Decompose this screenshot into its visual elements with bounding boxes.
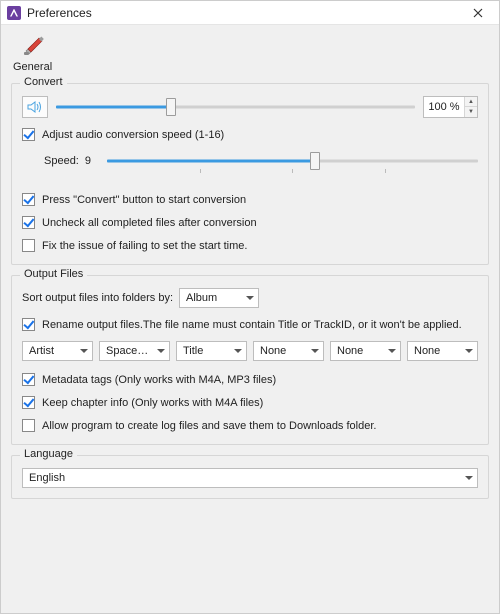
- sort-label: Sort output files into folders by:: [22, 292, 173, 304]
- sort-combo[interactable]: Album: [179, 288, 259, 308]
- volume-spin-down[interactable]: ▼: [465, 107, 477, 117]
- metadata-label: Metadata tags (Only works with M4A, MP3 …: [42, 374, 276, 386]
- chevron-down-icon: [311, 349, 319, 353]
- speaker-icon: [27, 100, 43, 114]
- language-combo-value: English: [29, 472, 65, 484]
- chevron-down-icon: [157, 349, 165, 353]
- titlebar: Preferences: [1, 1, 499, 25]
- volume-spin-up[interactable]: ▲: [465, 97, 477, 107]
- group-language: Language English: [11, 455, 489, 499]
- chevron-down-icon: [80, 349, 88, 353]
- volume-mute-button[interactable]: [22, 96, 48, 118]
- group-language-title: Language: [20, 448, 77, 460]
- window-title: Preferences: [27, 6, 92, 20]
- metadata-checkbox[interactable]: [22, 373, 35, 386]
- group-output: Output Files Sort output files into fold…: [11, 275, 489, 445]
- fix-start-checkbox[interactable]: [22, 239, 35, 252]
- tabbar: General: [11, 33, 489, 75]
- chevron-down-icon: [234, 349, 242, 353]
- language-combo[interactable]: English: [22, 468, 478, 488]
- pattern-combo-6[interactable]: None: [407, 341, 478, 361]
- log-checkbox[interactable]: [22, 419, 35, 432]
- group-output-title: Output Files: [20, 268, 87, 280]
- rename-label: Rename output files.The file name must c…: [42, 319, 462, 331]
- chevron-down-icon: [246, 296, 254, 300]
- fix-start-label: Fix the issue of failing to set the star…: [42, 240, 247, 252]
- speed-value: 9: [85, 155, 99, 167]
- volume-value: 100 %: [424, 101, 464, 113]
- speed-slider-thumb[interactable]: [310, 152, 320, 170]
- pattern-combo-2[interactable]: Space-Space: [99, 341, 170, 361]
- general-icon: [21, 35, 45, 59]
- sort-combo-value: Album: [186, 292, 217, 304]
- adjust-speed-checkbox[interactable]: [22, 128, 35, 141]
- speed-slider[interactable]: [107, 151, 478, 171]
- press-convert-checkbox[interactable]: [22, 193, 35, 206]
- pattern-combo-1[interactable]: Artist: [22, 341, 93, 361]
- speed-label: Speed:: [44, 155, 79, 167]
- tab-general[interactable]: General: [11, 33, 54, 75]
- log-label: Allow program to create log files and sa…: [42, 420, 376, 432]
- chevron-down-icon: [465, 476, 473, 480]
- adjust-speed-label: Adjust audio conversion speed (1-16): [42, 129, 224, 141]
- pattern-combo-5[interactable]: None: [330, 341, 401, 361]
- pattern-combo-3[interactable]: Title: [176, 341, 247, 361]
- press-convert-label: Press "Convert" button to start conversi…: [42, 194, 246, 206]
- chevron-down-icon: [388, 349, 396, 353]
- chevron-down-icon: [465, 349, 473, 353]
- pattern-combo-4[interactable]: None: [253, 341, 324, 361]
- volume-spinner[interactable]: 100 % ▲ ▼: [423, 96, 478, 118]
- tab-general-label: General: [13, 61, 52, 73]
- volume-slider[interactable]: [56, 97, 415, 117]
- rename-checkbox[interactable]: [22, 318, 35, 331]
- volume-slider-thumb[interactable]: [166, 98, 176, 116]
- chapter-label: Keep chapter info (Only works with M4A f…: [42, 397, 263, 409]
- filename-pattern-row: Artist Space-Space Title None None None: [22, 341, 478, 361]
- close-button[interactable]: [463, 3, 493, 23]
- group-convert: Convert 100 % ▲ ▼: [11, 83, 489, 265]
- app-icon: [7, 6, 21, 20]
- group-convert-title: Convert: [20, 76, 67, 88]
- uncheck-completed-label: Uncheck all completed files after conver…: [42, 217, 257, 229]
- uncheck-completed-checkbox[interactable]: [22, 216, 35, 229]
- chapter-checkbox[interactable]: [22, 396, 35, 409]
- close-icon: [473, 8, 483, 18]
